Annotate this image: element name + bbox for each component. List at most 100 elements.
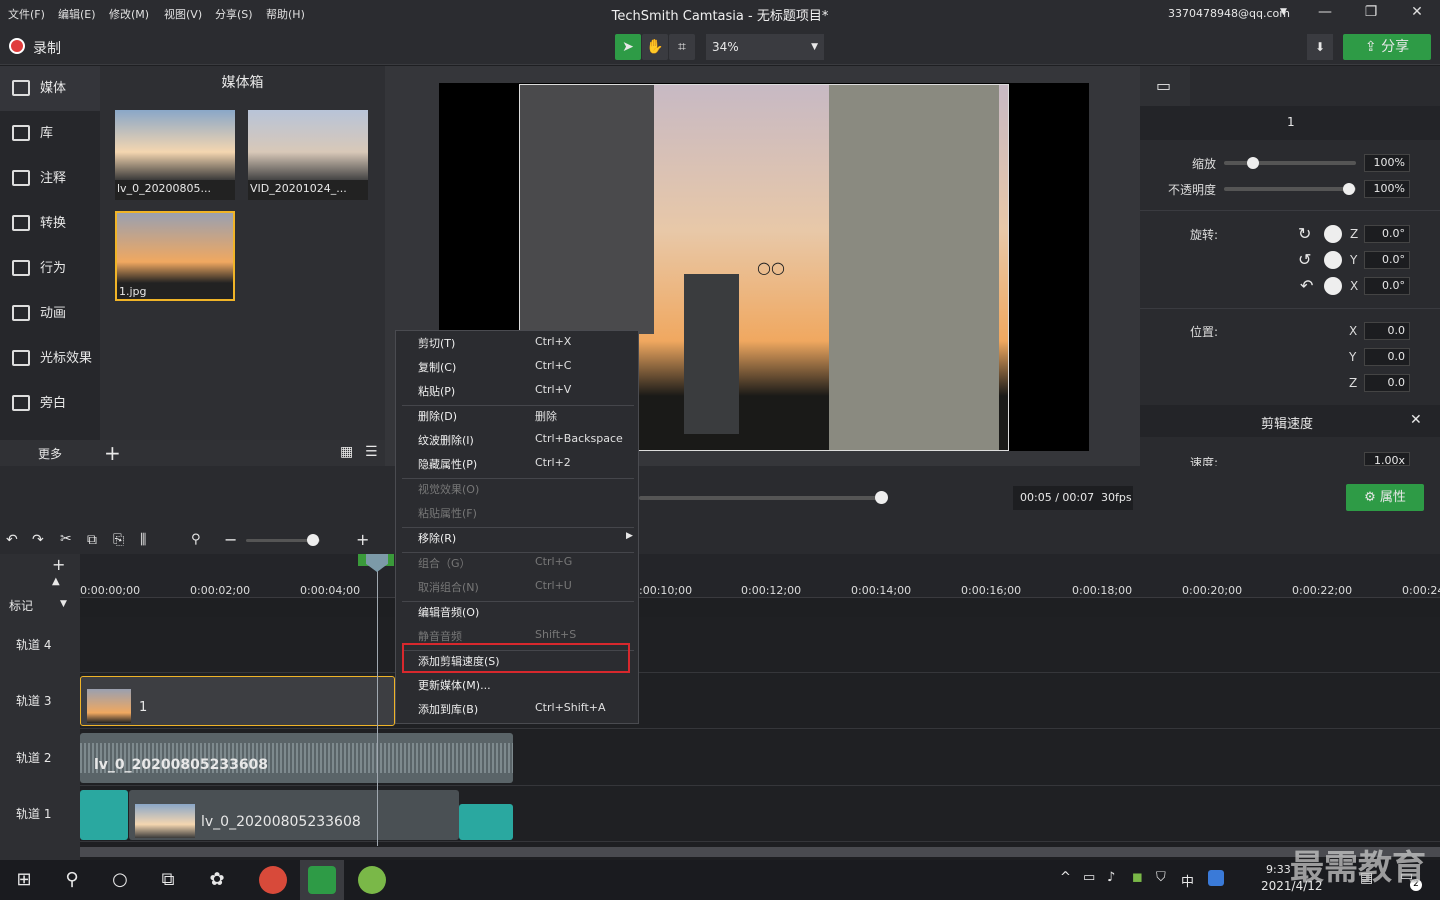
grid-view-icon[interactable]: ▦ — [340, 444, 353, 460]
redo-icon[interactable]: ↷ — [32, 532, 44, 548]
video-clip[interactable]: lv_0_20200805233608 — [129, 790, 459, 840]
undo-icon[interactable]: ↶ — [6, 532, 18, 548]
nvidia-icon[interactable]: ◼ — [1132, 870, 1143, 885]
transition-clip[interactable] — [80, 790, 128, 840]
collapse-icon[interactable]: ▲ — [52, 576, 60, 587]
record-icon[interactable] — [9, 38, 25, 54]
timeline-scrollbar[interactable] — [80, 847, 1440, 857]
list-view-icon[interactable]: ☰ — [365, 444, 378, 460]
paste-icon[interactable]: ⎘ — [113, 532, 124, 548]
copy-icon[interactable]: ⧉ — [87, 532, 97, 548]
position-y-field[interactable]: 0.0 — [1364, 348, 1410, 366]
nav-annotations[interactable]: 注释 — [0, 156, 100, 201]
rotate-handle-icon[interactable]: ○○ — [757, 258, 785, 277]
zoom-in-icon[interactable]: + — [356, 530, 369, 549]
media-item[interactable]: VID_20201024_... — [248, 110, 368, 200]
speed-field[interactable]: 1.00x — [1364, 452, 1410, 467]
visual-properties-tab[interactable]: ▭ — [1140, 66, 1190, 106]
account-menu[interactable]: 3370478948@qq.com — [1168, 7, 1290, 20]
app-icon[interactable]: ✿ — [203, 866, 231, 894]
nav-cursor-effects[interactable]: 光标效果 — [0, 336, 100, 381]
track-row[interactable] — [80, 617, 1440, 673]
opacity-knob[interactable] — [1343, 183, 1355, 195]
context-menu-item[interactable]: 剪切(T) Ctrl+X — [396, 334, 638, 356]
zoom-search-icon[interactable]: ⚲ — [191, 532, 201, 547]
timeline-zoom-knob[interactable] — [307, 534, 319, 546]
context-menu-item[interactable]: 编辑音频(O) — [396, 603, 638, 625]
record-button[interactable]: 录制 — [33, 38, 61, 58]
zoom-select[interactable]: 34% ▼ — [706, 34, 824, 60]
network-icon[interactable]: ▭ — [1083, 870, 1095, 885]
nav-behaviors[interactable]: 行为 — [0, 246, 100, 291]
opacity-field[interactable]: 100% — [1364, 180, 1410, 198]
track-name[interactable]: 轨道 1 — [16, 805, 51, 822]
context-menu-item[interactable]: 复制(C) Ctrl+C — [396, 358, 638, 380]
more-button[interactable]: 更多 — [38, 445, 62, 462]
cut-icon[interactable]: ✂ — [60, 531, 72, 547]
minimize-icon[interactable]: — — [1310, 4, 1340, 24]
task-view-icon[interactable]: ⧉ — [154, 866, 182, 894]
close-icon[interactable]: ✕ — [1410, 412, 1422, 428]
download-icon[interactable]: ⬇ — [1307, 34, 1333, 60]
nav-library[interactable]: 库 — [0, 111, 100, 156]
pan-tool-icon[interactable]: ✋ — [642, 34, 668, 60]
close-icon[interactable]: ✕ — [1402, 4, 1432, 24]
nav-transitions[interactable]: 转换 — [0, 201, 100, 246]
rotate-z-field[interactable]: 0.0° — [1364, 225, 1410, 243]
scrubber-knob[interactable] — [875, 491, 888, 504]
clock-time[interactable]: 9:33 — [1266, 863, 1291, 876]
shield-icon[interactable]: ⛉ — [1156, 870, 1166, 885]
chrome-icon[interactable] — [259, 866, 287, 894]
cortana-icon[interactable]: ○ — [106, 866, 134, 894]
track-name[interactable]: 轨道 3 — [16, 692, 51, 709]
rotate-z-knob[interactable] — [1324, 225, 1342, 243]
media-item-selected[interactable]: 1.jpg — [115, 211, 235, 301]
nav-media[interactable]: 媒体 — [0, 66, 100, 111]
audio-clip[interactable]: lv_0_20200805233608 — [80, 733, 513, 783]
opacity-slider[interactable] — [1224, 187, 1356, 191]
app-icon[interactable] — [358, 866, 386, 894]
rotate-x-knob[interactable] — [1324, 277, 1342, 295]
image-clip[interactable]: 1 — [80, 676, 395, 726]
scale-field[interactable]: 100% — [1364, 154, 1410, 172]
position-x-field[interactable]: 0.0 — [1364, 322, 1410, 340]
search-icon[interactable]: ⚲ — [58, 866, 86, 894]
scale-knob[interactable] — [1247, 157, 1259, 169]
share-button[interactable]: ⇪ 分享 — [1343, 34, 1431, 60]
zoom-out-icon[interactable]: − — [224, 530, 237, 549]
crop-tool-icon[interactable]: ⌗ — [669, 34, 695, 60]
volume-icon[interactable]: ♪ — [1107, 870, 1115, 885]
context-menu-item[interactable]: 删除(D) 删除 — [396, 407, 638, 429]
properties-button[interactable]: ⚙ 属性 — [1346, 484, 1424, 511]
add-icon[interactable]: + — [104, 441, 121, 465]
playback-scrubber[interactable] — [639, 496, 884, 500]
rotate-x-field[interactable]: 0.0° — [1364, 277, 1410, 295]
add-track-icon[interactable]: + — [52, 555, 65, 574]
transition-clip[interactable] — [459, 804, 513, 840]
chevron-up-icon[interactable]: ^ — [1060, 870, 1071, 885]
context-menu-item[interactable]: 纹波删除(I) Ctrl+Backspace — [396, 431, 638, 453]
split-icon[interactable]: ⫼ — [140, 532, 146, 548]
rotate-y-knob[interactable] — [1324, 251, 1342, 269]
track-name[interactable]: 轨道 4 — [16, 636, 51, 653]
restore-icon[interactable]: ❐ — [1356, 4, 1386, 24]
track-name[interactable]: 轨道 2 — [16, 749, 51, 766]
context-menu-item[interactable]: 移除(R) ▶ — [396, 529, 638, 551]
position-z-field[interactable]: 0.0 — [1364, 374, 1410, 392]
media-item[interactable]: lv_0_20200805... — [115, 110, 235, 200]
camtasia-task-button[interactable] — [300, 860, 344, 900]
qq-icon[interactable] — [1208, 870, 1224, 886]
context-menu-item[interactable]: 隐藏属性(P) Ctrl+2 — [396, 455, 638, 477]
select-tool-icon[interactable]: ➤ — [615, 34, 641, 60]
chevron-down-icon[interactable]: ▼ — [60, 599, 67, 609]
windows-start-icon[interactable]: ⊞ — [10, 866, 38, 894]
language-indicator[interactable]: 中 — [1181, 871, 1194, 890]
rotate-y-field[interactable]: 0.0° — [1364, 251, 1410, 269]
nav-animations[interactable]: 动画 — [0, 291, 100, 336]
context-menu-item[interactable]: 粘贴(P) Ctrl+V — [396, 382, 638, 404]
scale-slider[interactable] — [1224, 161, 1356, 165]
nav-voice-narration[interactable]: 旁白 — [0, 381, 100, 426]
marker-label[interactable]: 标记 — [9, 597, 33, 614]
context-menu-item[interactable]: 添加到库(B) Ctrl+Shift+A — [396, 700, 638, 722]
chevron-down-icon[interactable]: ▼ — [1280, 7, 1287, 17]
